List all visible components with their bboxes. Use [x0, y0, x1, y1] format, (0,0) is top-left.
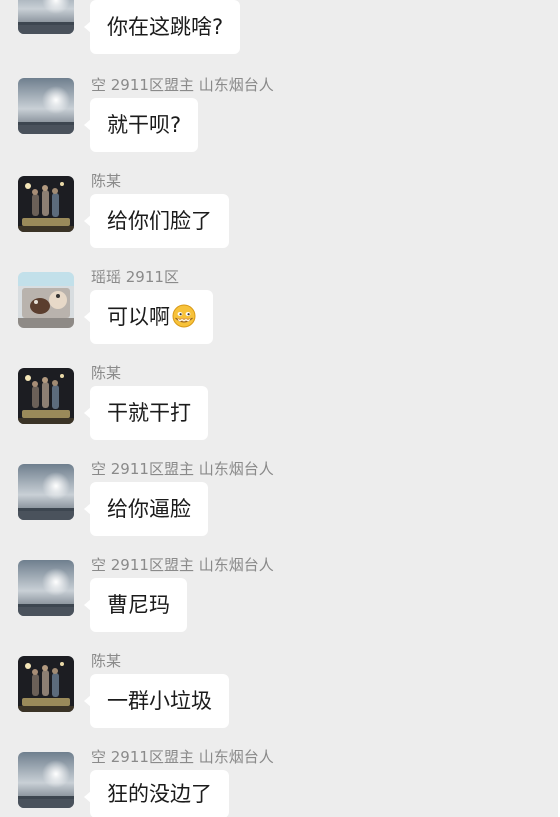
message-bubble[interactable]: 就干呗? — [83, 98, 199, 152]
sender-name: 陈某 — [91, 172, 122, 190]
avatar-sunset-icon[interactable] — [18, 0, 74, 34]
avatar-sunset-icon[interactable] — [18, 752, 74, 808]
avatar-group-photo-icon[interactable] — [18, 656, 74, 712]
message-bubble[interactable]: 你在这跳啥? — [83, 0, 241, 54]
message-bubble[interactable]: 曹尼玛 — [84, 578, 187, 632]
sender-name: 空 2911区盟主 山东烟台人 — [91, 556, 274, 574]
smirk-face-emoji — [172, 304, 196, 328]
message-bubble[interactable]: 干就干打 — [84, 386, 208, 440]
sender-name: 空 2911区盟主 山东烟台人 — [91, 76, 274, 94]
sender-name: 陈某 — [91, 364, 122, 382]
avatar-sunset-icon[interactable] — [18, 464, 74, 520]
sender-name: 空 2911区盟主 山东烟台人 — [91, 460, 274, 478]
sender-name: 空 2911区盟主 山东烟台人 — [91, 748, 274, 766]
message-bubble[interactable]: 狂的没边了 — [84, 770, 229, 817]
avatar-group-photo-icon[interactable] — [18, 176, 74, 232]
message-bubble[interactable]: 给你逼脸 — [84, 482, 208, 536]
message-bubble[interactable]: 可以啊 — [84, 290, 213, 344]
message-bubble[interactable]: 给你们脸了 — [84, 194, 229, 248]
chat-message-list: 你在这跳啥? 空 2911区盟主 山东烟台人 就干呗? 陈某 给你们脸了 瑶瑶 … — [0, 0, 560, 817]
message-bubble[interactable]: 一群小垃圾 — [84, 674, 229, 728]
sender-name: 陈某 — [91, 652, 122, 670]
sender-name: 瑶瑶 2911区 — [91, 268, 179, 286]
avatar-sunset-icon[interactable] — [18, 560, 74, 616]
avatar-group-photo-icon[interactable] — [18, 368, 74, 424]
avatar-pets-icon[interactable] — [18, 272, 74, 328]
avatar-sunset-icon[interactable] — [18, 78, 74, 134]
message-text: 可以啊 — [107, 305, 170, 329]
